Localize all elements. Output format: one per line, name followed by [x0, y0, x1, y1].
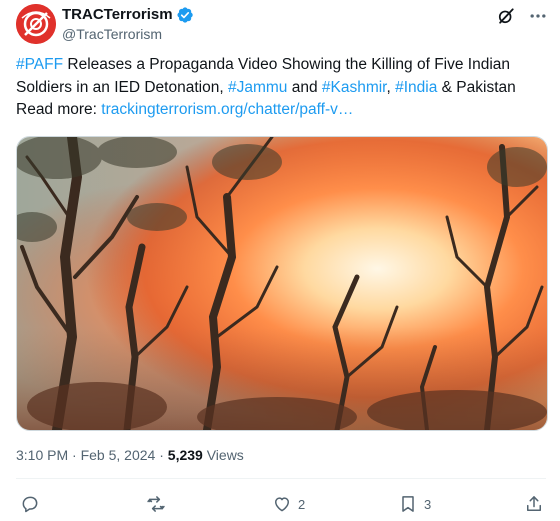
repost-icon	[147, 496, 165, 512]
author-handle[interactable]: @TracTerrorism	[62, 25, 194, 43]
like-button[interactable]: 2	[272, 490, 305, 518]
hashtag-paff[interactable]: #PAFF	[16, 56, 63, 73]
author-display-name-text: TRACTerrorism	[62, 6, 173, 23]
share-icon	[527, 496, 541, 511]
author-display-name[interactable]: TRACTerrorism	[62, 5, 194, 25]
verified-badge-icon	[177, 7, 193, 23]
grok-icon[interactable]	[496, 6, 516, 26]
views-label: Views	[202, 447, 244, 463]
tweet-date[interactable]: Feb 5, 2024	[81, 447, 156, 463]
meta-separator: ·	[68, 447, 81, 463]
bookmark-button[interactable]: 3	[398, 490, 431, 518]
author-names: TRACTerrorism @TracTerrorism	[62, 5, 194, 43]
like-count: 2	[298, 496, 306, 512]
share-button[interactable]	[524, 490, 544, 518]
hashtag-kashmir[interactable]: #Kashmir	[322, 79, 387, 96]
more-options-icon[interactable]	[528, 6, 548, 26]
heart-icon	[275, 497, 289, 512]
explosion-scene-image	[17, 137, 547, 430]
article-link[interactable]: trackingterrorism.org/chatter/paff-v…	[101, 101, 353, 118]
tweet-header: TRACTerrorism @TracTerrorism	[16, 4, 548, 44]
meta-separator: ·	[155, 447, 168, 463]
divider	[16, 478, 546, 479]
views-count: 5,239	[167, 447, 203, 463]
avatar[interactable]	[16, 4, 56, 44]
tweet-text-part: and	[287, 78, 322, 96]
bookmark-count: 3	[424, 496, 432, 512]
tweet-text-part: ,	[386, 78, 396, 96]
video-thumbnail[interactable]	[16, 136, 548, 431]
reply-icon	[22, 496, 38, 513]
tweet-text: #PAFF Releases a Propaganda Video Showin…	[16, 54, 552, 122]
repost-button[interactable]	[146, 490, 166, 518]
tweet-text-part: & Pakistan	[437, 78, 516, 96]
hashtag-india[interactable]: #India	[395, 79, 437, 96]
action-bar: 2 3	[0, 490, 560, 518]
bookmark-icon	[402, 496, 414, 512]
hashtag-jammu[interactable]: #Jammu	[228, 79, 287, 96]
read-more-label: Read more:	[16, 101, 102, 118]
reply-button[interactable]	[20, 490, 40, 518]
tweet-meta: 3:10 PM · Feb 5, 2024 · 5,239 Views	[16, 446, 244, 464]
tweet-time[interactable]: 3:10 PM	[16, 447, 68, 463]
